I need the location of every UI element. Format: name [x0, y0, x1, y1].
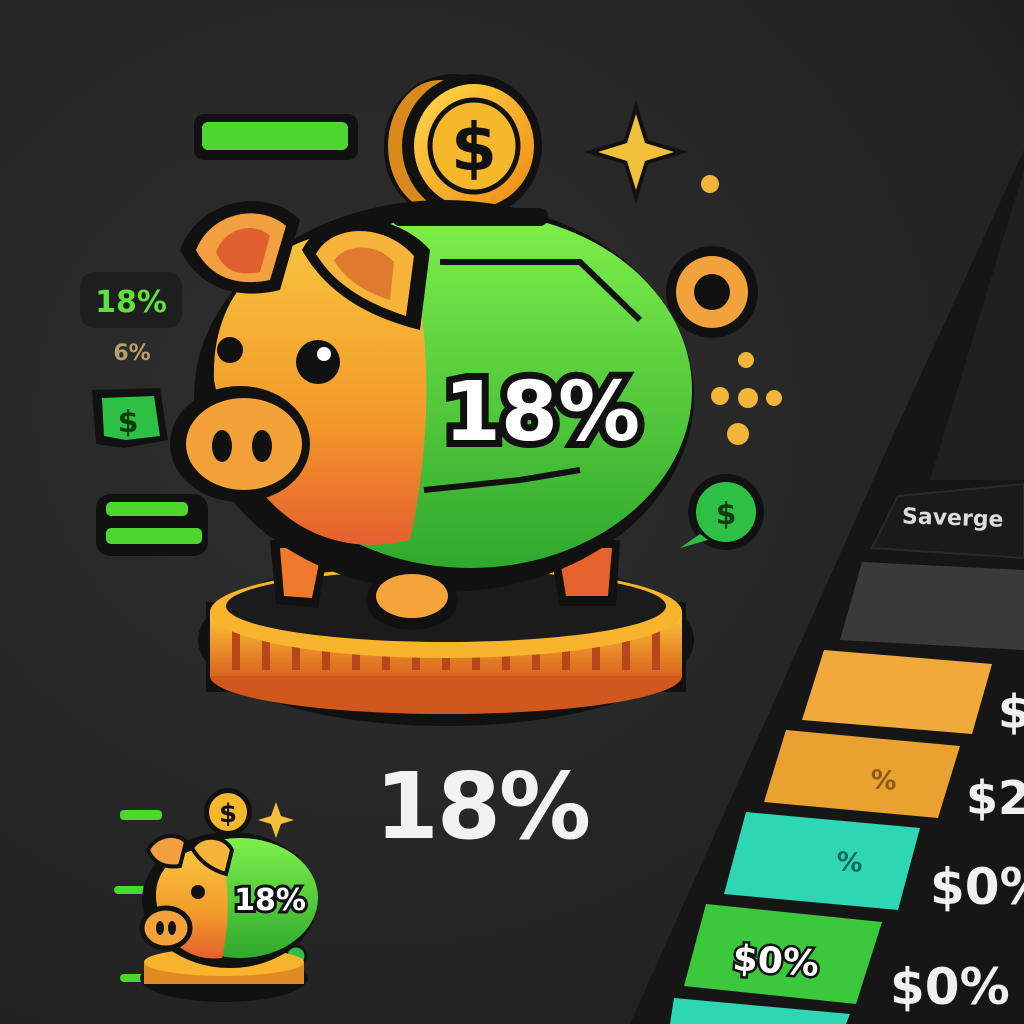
panel-row-3-amount: $0%	[930, 858, 1024, 916]
panel-row-4-amount: $0%	[890, 958, 1010, 1016]
panel-row-2-amount: $2	[966, 771, 1024, 825]
panel-row-3	[724, 812, 920, 910]
panel-row-0-dark	[840, 562, 1024, 650]
savings-panel: % % $0% $ $2 $0% $0%	[630, 150, 1024, 1024]
panel-row-1	[802, 650, 992, 734]
panel-title: Saverge	[901, 504, 1004, 533]
panel-row-3-label: %	[836, 847, 864, 879]
panel-row-2-label: %	[870, 765, 898, 797]
panel-row-4-label: $0%	[731, 938, 820, 985]
panel-row-1-amount: $	[998, 685, 1024, 739]
